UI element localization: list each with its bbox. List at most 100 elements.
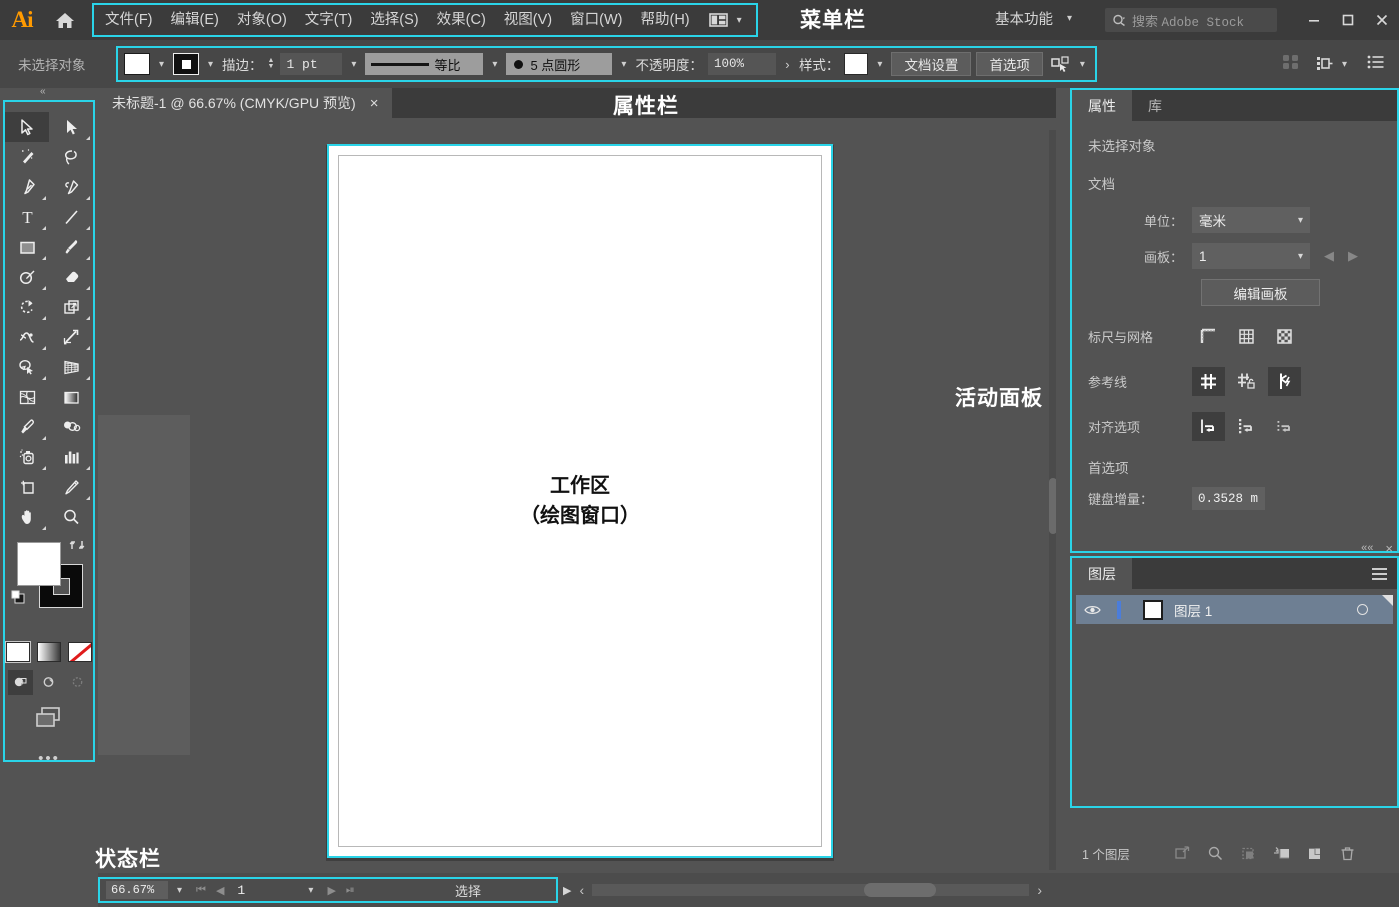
arrange-documents-icon[interactable]: ▾ [699,12,754,28]
chevron-down-icon[interactable]: ▾ [873,59,886,70]
create-new-layer-icon[interactable] [1298,845,1331,862]
collapse-panel-icon[interactable]: «« [1361,542,1373,554]
smart-guides-icon[interactable] [1268,367,1301,396]
eraser-tool[interactable] [49,262,93,292]
scroll-right-icon[interactable]: › [1029,882,1050,898]
menu-item-object[interactable]: 对象(O) [228,8,296,33]
tab-layers[interactable]: 图层 [1072,558,1132,589]
next-artboard-icon[interactable]: ▶ [1348,248,1358,264]
canvas-horizontal-scrollbar[interactable]: ▶ ‹ › [545,877,1050,903]
chevron-down-icon[interactable]: ▾ [1076,59,1089,70]
artboard-tool[interactable] [5,472,49,502]
target-circle-icon[interactable] [1357,604,1368,615]
panel-menu-icon[interactable] [1372,567,1387,580]
eyedropper-tool[interactable] [5,412,49,442]
perspective-grid-tool[interactable] [49,352,93,382]
swap-fill-stroke-icon[interactable] [69,538,85,556]
edit-artboards-button[interactable]: 编辑画板 [1201,279,1320,306]
pen-tool[interactable] [5,172,49,202]
free-transform-tool[interactable] [49,322,93,352]
gradient-swatch-button[interactable] [37,642,61,662]
rectangle-tool[interactable] [5,232,49,262]
none-swatch-button[interactable] [68,642,92,662]
draw-inside-icon[interactable] [66,670,91,695]
document-tab[interactable]: 未标题-1 @ 66.67% (CMYK/GPU 预览) × [98,88,393,118]
select-similar-icon[interactable] [1048,55,1071,73]
menu-item-edit[interactable]: 编辑(E) [162,8,228,33]
line-segment-tool[interactable] [49,202,93,232]
create-new-sublayer-icon[interactable] [1265,845,1298,862]
selection-tool[interactable] [5,112,49,142]
make-clipping-mask-icon[interactable] [1232,845,1265,862]
close-icon[interactable]: × [370,95,393,112]
stroke-weight-field[interactable]: 1 pt [280,53,343,75]
delete-selection-icon[interactable] [1331,845,1364,862]
document-setup-button[interactable]: 文档设置 [891,52,972,76]
scale-tool[interactable] [49,292,93,322]
status-expand-icon[interactable]: ▶ [563,884,571,897]
distribute-icon[interactable] [1282,54,1300,75]
menu-item-file[interactable]: 文件(F) [96,8,162,33]
search-icon[interactable] [1199,845,1232,862]
hand-tool[interactable] [5,502,49,532]
stroke-weight-stepper[interactable]: ▲ ▼ [268,57,275,70]
prev-artboard-icon[interactable]: ◀ [211,884,229,897]
table-row[interactable]: 图层 1 [1076,595,1393,624]
scrollbar-thumb[interactable] [864,883,937,897]
draw-normal-icon[interactable] [7,670,33,695]
blend-tool[interactable] [49,412,93,442]
keyboard-increment-field[interactable]: 0.3528 m [1192,487,1265,510]
stock-search-input[interactable]: 搜索 Adobe Stock [1105,8,1277,32]
edit-toolbar-icon[interactable]: ••• [5,750,93,767]
chevron-down-icon[interactable]: ▾ [168,885,191,896]
show-grid-icon[interactable] [1230,322,1263,351]
shaper-tool[interactable] [5,262,49,292]
zoom-tool[interactable] [49,502,93,532]
opacity-options-icon[interactable]: › [781,57,794,72]
chevron-down-icon[interactable]: ▾ [347,59,360,70]
chevron-down-icon[interactable]: ▾ [1338,59,1351,70]
default-fill-stroke-icon[interactable] [11,590,26,605]
type-tool[interactable]: T [5,202,49,232]
mesh-tool[interactable] [5,382,49,412]
chevron-down-icon[interactable]: ▾ [155,59,168,70]
home-icon[interactable] [44,0,86,40]
draw-behind-icon[interactable] [37,670,62,695]
lasso-tool[interactable] [49,142,93,172]
gradient-tool[interactable] [49,382,93,412]
width-tool[interactable] [5,322,49,352]
align-icon[interactable]: ▾ [1316,56,1351,72]
column-graph-tool[interactable] [49,442,93,472]
panel-grip[interactable] [5,102,93,112]
paintbrush-tool[interactable] [49,232,93,262]
color-swatch-button[interactable] [5,641,31,663]
menu-item-help[interactable]: 帮助(H) [631,8,698,33]
chevron-down-icon[interactable]: ▾ [299,885,322,896]
zoom-level-field[interactable]: 66.67% [106,881,168,899]
show-guides-icon[interactable] [1192,367,1225,396]
menu-item-type[interactable]: 文字(T) [296,8,362,33]
magic-wand-tool[interactable] [5,142,49,172]
chevron-down-icon[interactable]: ▾ [488,59,501,70]
tab-libraries[interactable]: 库 [1132,90,1178,121]
fill-color-indicator[interactable] [17,542,61,586]
show-rulers-icon[interactable] [1192,322,1225,351]
scrollbar-track[interactable] [592,883,1030,897]
show-transparency-grid-icon[interactable] [1268,322,1301,351]
preferences-button[interactable]: 首选项 [976,52,1043,76]
stroke-color-swatch[interactable] [173,53,199,75]
eye-icon[interactable] [1076,604,1109,616]
locate-object-icon[interactable] [1166,845,1199,862]
artboard-select[interactable]: 1 ▾ [1192,243,1310,269]
artboard-number-field[interactable]: 1 [229,883,299,898]
curvature-tool[interactable] [49,172,93,202]
change-screen-mode-icon[interactable] [33,705,65,734]
rotate-tool[interactable] [5,292,49,322]
tab-properties[interactable]: 属性 [1072,90,1132,121]
first-artboard-icon[interactable]: ⏮ [191,884,211,897]
drawing-canvas[interactable]: 工作区 （绘图窗口） [98,118,1056,873]
chevron-down-icon[interactable]: ▾ [617,59,630,70]
brush-definition-select[interactable]: 5 点圆形 [506,53,613,75]
minimize-icon[interactable] [1297,0,1331,40]
align-to-pixel-grid-icon[interactable] [1192,412,1225,441]
